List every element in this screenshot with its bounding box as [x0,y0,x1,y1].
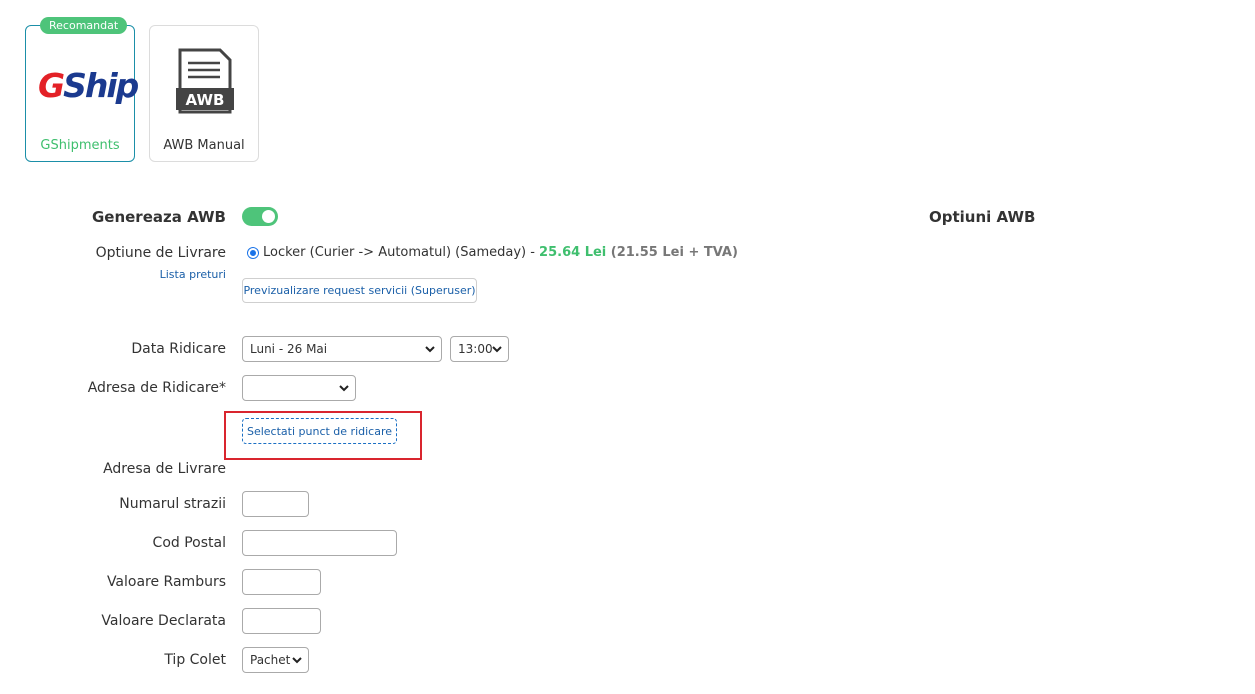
delivery-option-label: Optiune de Livrare [95,245,226,261]
street-number-label: Numarul strazii [119,496,226,512]
chevron-down-icon [339,385,349,392]
chevron-down-icon [425,346,435,353]
delivery-address-label: Adresa de Livrare [103,461,226,477]
pickup-address-select[interactable] [242,375,356,401]
svg-text:AWB: AWB [186,91,225,109]
declared-value-input[interactable] [242,608,321,634]
delivery-price-detail: (21.55 Lei + TVA) [606,245,738,260]
delivery-price: 25.64 Lei [539,245,607,260]
pickup-date-label: Data Ridicare [131,341,226,357]
pickup-date-select[interactable]: Luni - 26 Mai [242,336,442,362]
awb-options-title: Optiuni AWB [929,208,1036,226]
chevron-down-icon [492,346,502,353]
generate-awb-toggle[interactable] [242,207,278,226]
gship-logo: GShip [38,66,139,105]
postal-code-input[interactable] [242,530,397,556]
price-list-link[interactable]: Lista preturi [160,268,226,281]
postal-code-label: Cod Postal [152,535,226,551]
select-pickup-point-button[interactable]: Selectati punct de ridicare [242,418,397,444]
carrier-card-gshipments[interactable]: Recomandat GShip GShipments [25,17,139,162]
street-number-input[interactable] [242,491,309,517]
declared-value-label: Valoare Declarata [101,613,226,629]
cod-value-input[interactable] [242,569,321,595]
generate-awb-label: Genereaza AWB [91,208,226,226]
package-type-label: Tip Colet [164,652,226,668]
pickup-time-select[interactable]: 13:00 [450,336,509,362]
pickup-address-label: Adresa de Ridicare* [87,380,226,396]
carrier-card-awb-manual[interactable]: AWB AWB Manual [149,25,259,162]
carrier-name: AWB Manual [163,138,245,153]
awb-document-icon: AWB [176,48,234,114]
toggle-knob [262,210,275,223]
chevron-down-icon [292,657,302,664]
preview-request-button[interactable]: Previzualizare request servicii (Superus… [242,278,477,303]
delivery-option-radio[interactable] [247,247,259,259]
recommended-badge: Recomandat [40,17,128,34]
delivery-option-text: Locker (Curier -> Automatul) (Sameday) -… [263,245,738,260]
package-type-select[interactable]: Pachet [242,647,309,673]
carrier-name: GShipments [40,138,120,153]
cod-value-label: Valoare Ramburs [106,574,226,590]
